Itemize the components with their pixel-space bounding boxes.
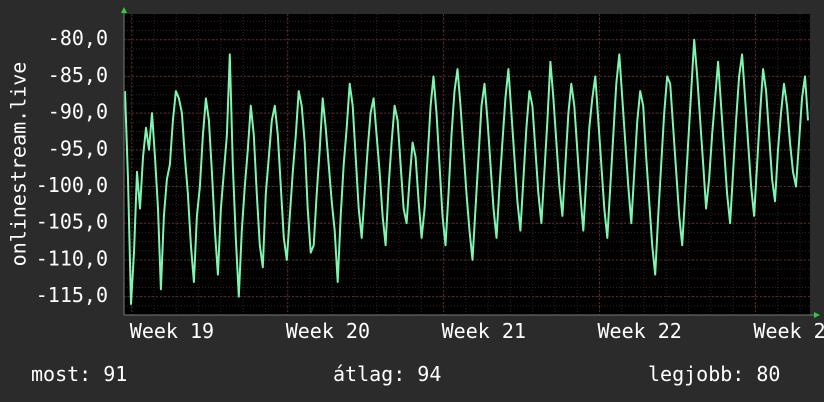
chart: -80,0 -85,0 -90,0 -95,0 -100,0 -105,0 -110,0 -1… bbox=[7, 7, 824, 343]
current-value: most: 91 bbox=[31, 362, 128, 386]
y-tick-label: -110,0 bbox=[36, 246, 108, 270]
y-axis-label: onlinestream.live bbox=[7, 62, 31, 267]
x-tick-label: Week 22 bbox=[598, 319, 682, 343]
plot-area bbox=[124, 14, 810, 315]
y-tick-label: -105,0 bbox=[36, 210, 108, 234]
x-tick-label: Week 20 bbox=[286, 319, 370, 343]
x-tick-label: Week 19 bbox=[130, 319, 214, 343]
average-value: átlag: 94 bbox=[333, 362, 442, 386]
y-axis-arrow bbox=[121, 7, 127, 13]
y-tick-label: -90,0 bbox=[48, 100, 108, 124]
y-tick-label: -100,0 bbox=[36, 173, 108, 197]
x-tick-label: Week 21 bbox=[442, 319, 526, 343]
y-tick-label: -115,0 bbox=[36, 283, 108, 307]
best-value: legjobb: 80 bbox=[648, 362, 781, 386]
y-tick-label: -95,0 bbox=[48, 136, 108, 160]
x-tick-label: Week 2 bbox=[753, 319, 824, 343]
x-axis-arrow bbox=[814, 312, 820, 318]
y-tick-label: -80,0 bbox=[48, 26, 108, 50]
y-tick-label: -85,0 bbox=[48, 63, 108, 87]
